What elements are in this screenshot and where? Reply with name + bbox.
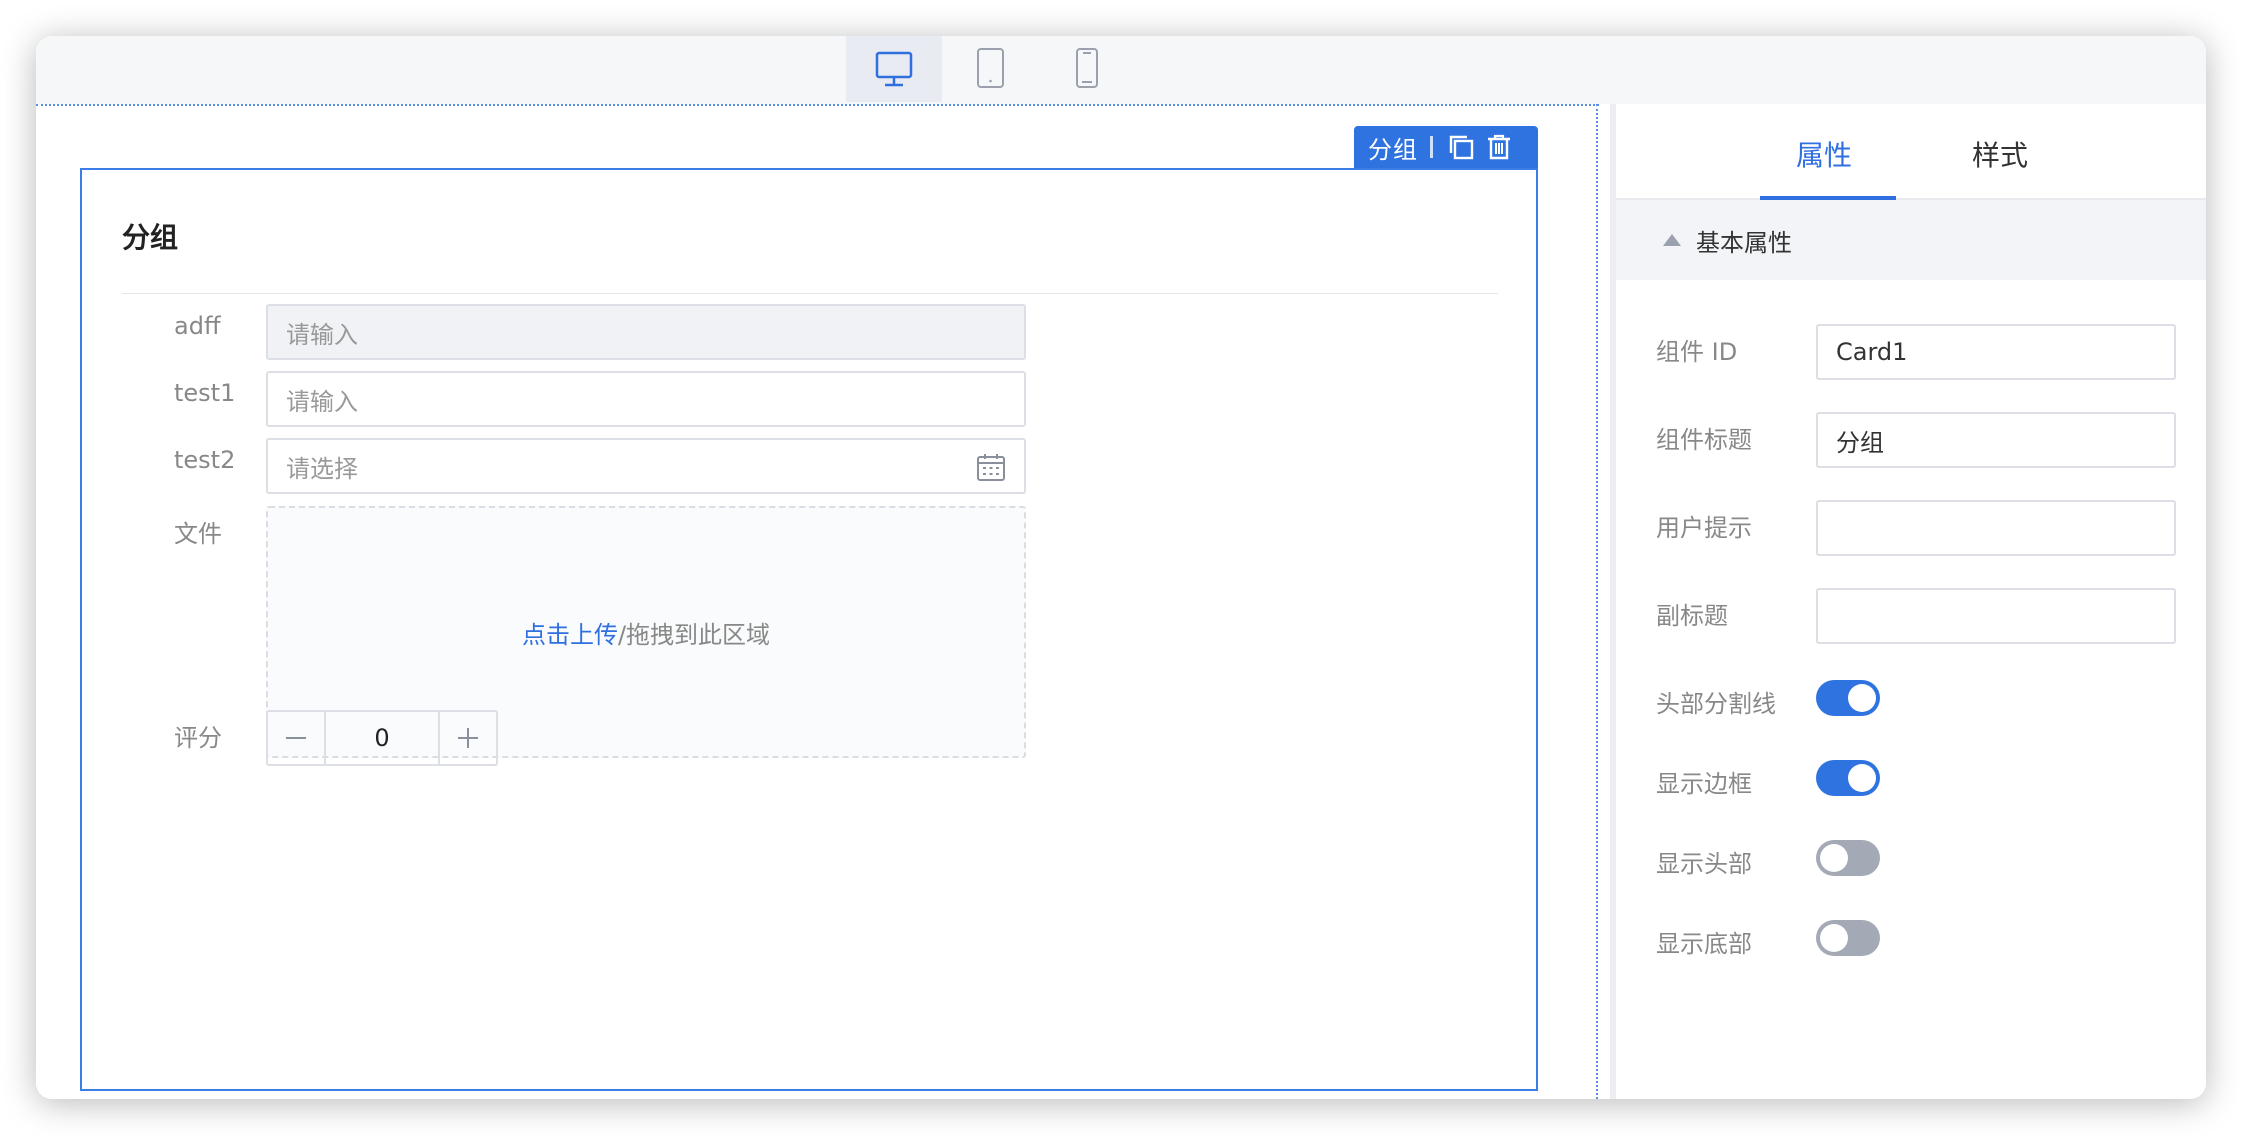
adff-input[interactable]: 请输入 (266, 304, 1026, 360)
card-header-divider (122, 293, 1498, 294)
show-header-switch[interactable] (1816, 840, 1880, 876)
desktop-icon (875, 51, 913, 87)
copy-button[interactable] (1447, 133, 1475, 161)
section-title: 基本属性 (1696, 228, 1792, 257)
group-card[interactable]: 分组 adff 请输入 test1 请输入 test2 请选择 文件 点击上传 … (80, 168, 1538, 1091)
upload-hint: /拖拽到此区域 (617, 620, 771, 649)
toggle-label-show-border: 显示边框 (1656, 770, 1752, 798)
component-id-input[interactable]: Card1 (1816, 324, 2176, 380)
show-border-switch[interactable] (1816, 760, 1880, 796)
design-canvas[interactable]: 分组 分组 adff 请输入 test1 请输入 test2 请选择 文件 点击… (36, 104, 1599, 1099)
upload-link[interactable]: 点击上传 (522, 615, 618, 650)
prop-label-component-id: 组件 ID (1656, 338, 1738, 366)
toolbar-divider (1430, 136, 1433, 158)
device-desktop-button[interactable] (846, 36, 942, 102)
field-label-rating: 评分 (174, 724, 222, 752)
field-label-test2: test2 (174, 446, 236, 474)
user-hint-input[interactable] (1816, 500, 2176, 556)
device-toolbar (36, 36, 2206, 104)
test2-date-picker[interactable]: 请选择 (266, 438, 1026, 494)
field-label-file: 文件 (174, 520, 222, 548)
component-toolbar: 分组 (1354, 126, 1538, 168)
toggle-label-show-header: 显示头部 (1656, 850, 1752, 878)
copy-icon (1449, 135, 1474, 160)
increment-button[interactable] (440, 712, 496, 764)
property-panel: 属性 样式 基本属性 组件 ID Card1 组件标题 分组 用户提示 副标题 … (1616, 104, 2206, 1099)
adff-placeholder: 请输入 (286, 320, 358, 349)
device-phone-button[interactable] (1038, 36, 1134, 102)
prop-label-subtitle: 副标题 (1656, 602, 1728, 630)
calendar-icon (977, 454, 1005, 481)
rating-value[interactable]: 0 (324, 712, 440, 764)
test1-input[interactable]: 请输入 (266, 371, 1026, 427)
panel-tabs: 属性 样式 (1616, 104, 2206, 200)
minus-icon (286, 737, 306, 739)
switch-knob (1820, 844, 1848, 872)
rating-stepper: 0 (266, 710, 498, 766)
toggle-label-header-divider: 头部分割线 (1656, 690, 1776, 718)
phone-icon (1076, 48, 1098, 88)
subtitle-input[interactable] (1816, 588, 2176, 644)
plus-icon (458, 728, 478, 748)
basic-properties-header[interactable]: 基本属性 (1616, 200, 2206, 280)
header-divider-switch[interactable] (1816, 680, 1880, 716)
card-title: 分组 (122, 221, 179, 254)
toggle-label-show-footer: 显示底部 (1656, 930, 1752, 958)
decrement-button[interactable] (268, 712, 324, 764)
device-tablet-button[interactable] (942, 36, 1038, 102)
field-label-test1: test1 (174, 379, 236, 407)
component-title-input[interactable]: 分组 (1816, 412, 2176, 468)
field-label-adff: adff (174, 312, 221, 340)
tab-styles[interactable]: 样式 (1972, 134, 2028, 174)
tab-properties[interactable]: 属性 (1796, 134, 1852, 174)
test2-placeholder: 请选择 (286, 454, 358, 483)
delete-button[interactable] (1485, 133, 1513, 161)
component-toolbar-label: 分组 (1368, 135, 1418, 164)
prop-label-user-hint: 用户提示 (1656, 514, 1752, 542)
switch-knob (1848, 684, 1876, 712)
test1-placeholder: 请输入 (286, 387, 358, 416)
switch-knob (1820, 924, 1848, 952)
prop-label-component-title: 组件标题 (1656, 426, 1752, 454)
canvas-boundary (1596, 104, 1598, 1099)
switch-knob (1848, 764, 1876, 792)
collapse-triangle-icon (1663, 234, 1681, 246)
show-footer-switch[interactable] (1816, 920, 1880, 956)
app-window: 分组 分组 adff 请输入 test1 请输入 test2 请选择 文件 点击… (36, 36, 2206, 1099)
tablet-icon (977, 48, 1004, 88)
trash-icon (1488, 134, 1510, 160)
